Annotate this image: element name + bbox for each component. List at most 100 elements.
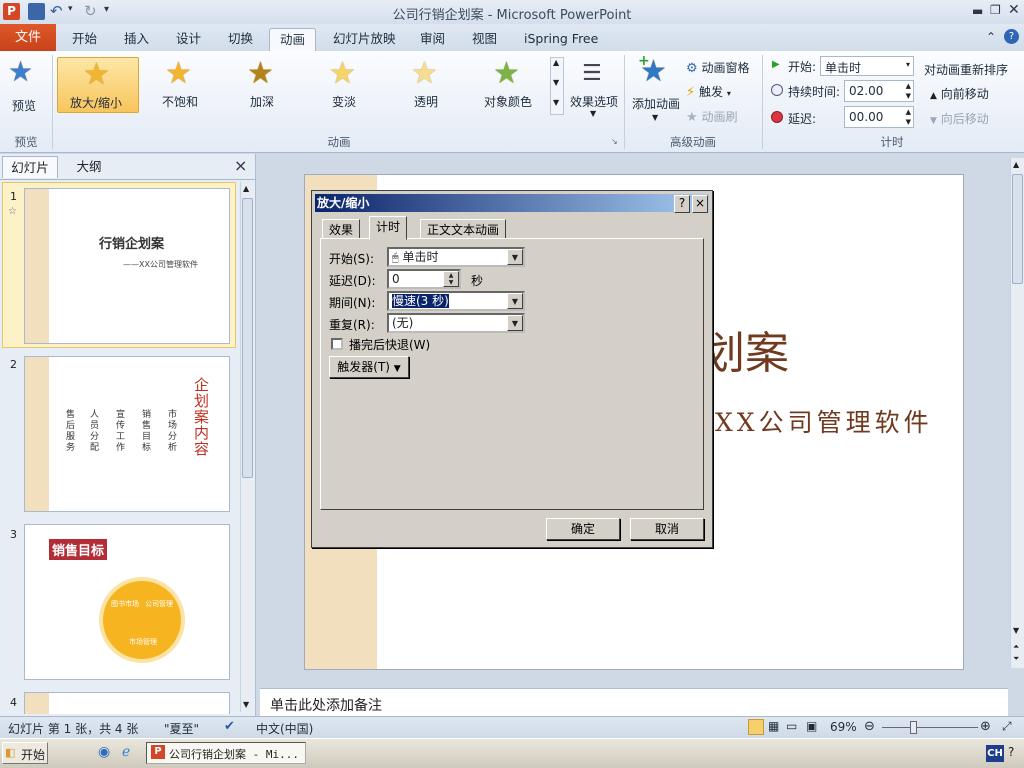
tab-slideshow[interactable]: 幻灯片放映 (323, 28, 406, 51)
fit-to-window-icon[interactable]: ⤢ (1002, 719, 1012, 734)
gallery-more-icon[interactable]: ▼ (553, 98, 559, 107)
start-button[interactable]: ◧ 开始 (2, 742, 48, 764)
zoom-in-icon[interactable]: ⊕ (980, 719, 991, 734)
minimize-icon[interactable]: ▬ (972, 4, 983, 18)
close-icon[interactable]: ✕ (1008, 2, 1020, 18)
theme-name-status[interactable]: "夏至" (164, 720, 199, 737)
tab-animations[interactable]: 动画 (269, 28, 317, 51)
editor-scroll-down-icon[interactable]: ▼ (1013, 626, 1019, 635)
editor-scrollbar[interactable]: ▲ ▼ ⏶ ⏷ (1010, 158, 1024, 668)
editor-scroll-thumb[interactable] (1012, 174, 1023, 284)
slideshow-view-icon[interactable]: ▣ (806, 719, 817, 733)
file-tab[interactable]: 文件 (0, 24, 56, 51)
panel-close-icon[interactable]: × (234, 156, 247, 175)
tab-insert[interactable]: 插入 (114, 28, 159, 51)
rewind-label[interactable]: 播完后快退(W) (349, 336, 430, 353)
notes-pane[interactable]: 单击此处添加备注 (260, 688, 1008, 716)
reading-view-icon[interactable]: ▭ (786, 719, 797, 733)
help-icon[interactable]: ? (1004, 29, 1019, 44)
show-desktop-icon[interactable]: ◉ (98, 744, 110, 760)
repeat-dropdown-icon[interactable]: ▼ (507, 315, 523, 331)
dialog-help-icon[interactable]: ? (674, 195, 690, 213)
cancel-button[interactable]: 取消 (630, 518, 704, 540)
scroll-thumb[interactable] (242, 198, 253, 478)
tab-transitions[interactable]: 切换 (218, 28, 263, 51)
scroll-down-icon[interactable]: ▼ (243, 700, 249, 709)
delay-input[interactable]: 0 ▲ ▼ (387, 269, 461, 289)
effect-options-button[interactable]: ☰ 效果选项 ▼ (568, 57, 620, 127)
slide-subtitle[interactable]: XX公司管理软件 (715, 403, 933, 439)
animation-transparency[interactable]: ★ 透明 (394, 57, 458, 113)
start-select[interactable]: 🖱 单击时 ▼ (387, 247, 525, 267)
previous-slide-icon[interactable]: ⏶ (1013, 642, 1019, 652)
animation-object-color[interactable]: ★ 对象颜色 (476, 57, 542, 113)
zoom-out-icon[interactable]: ⊖ (864, 719, 875, 734)
move-earlier-button[interactable]: ▲ 向前移动 (930, 85, 989, 102)
duration-dropdown-icon[interactable]: ▼ (507, 293, 523, 309)
ok-button[interactable]: 确定 (546, 518, 620, 540)
normal-view-icon[interactable] (748, 719, 764, 735)
trigger-button[interactable]: ⚡ 触发 ▾ (686, 83, 731, 101)
duration-spinner-icon[interactable]: ▲ ▼ (906, 81, 911, 101)
timing-delay-input[interactable]: 00.00 ▲ ▼ (844, 106, 914, 128)
gallery-up-icon[interactable]: ▲ (553, 58, 559, 67)
duration-select[interactable]: 慢速(3 秒) ▼ (387, 291, 525, 311)
restore-icon[interactable]: ❐ (990, 3, 1001, 17)
dialog-close-icon[interactable]: × (692, 195, 708, 213)
preview-button[interactable]: ★ 预览 (4, 55, 48, 119)
timing-start-dropdown-icon[interactable]: ▾ (906, 60, 910, 69)
move-later-button[interactable]: ▼ 向后移动 (930, 110, 989, 127)
triggers-button[interactable]: 触发器(T) ▼ (329, 356, 409, 378)
collapse-ribbon-icon[interactable]: ⌃ (986, 30, 996, 44)
animation-painter-button[interactable]: ★ 动画刷 (686, 108, 738, 126)
animation-pane-button[interactable]: ⚙ 动画窗格 (686, 59, 750, 77)
tab-ispring[interactable]: iSpring Free (514, 28, 608, 51)
animation-desaturate[interactable]: ★ 不饱和 (148, 57, 212, 113)
delay-spinner-icon[interactable]: ▲ ▼ (443, 271, 459, 287)
language-status[interactable]: 中文(中国) (256, 720, 313, 737)
slide-thumbnail-3[interactable]: 销售目标 图书市场 公司管理 市场管理 (24, 524, 230, 680)
ime-indicator[interactable]: CH (986, 745, 1004, 762)
animation-lighten[interactable]: ★ 变淡 (312, 57, 376, 113)
panel-scrollbar[interactable]: ▲ ▼ (240, 182, 254, 712)
delay-spinner-icon[interactable]: ▲ ▼ (906, 107, 911, 127)
dialog-tab-effect[interactable]: 效果 (322, 219, 361, 239)
zoom-slider-track[interactable] (882, 727, 978, 728)
start-dropdown-icon[interactable]: ▼ (507, 249, 523, 265)
animation-zoom-selected[interactable]: ★ 放大/缩小 (57, 57, 139, 113)
tab-outline[interactable]: 大纲 (66, 156, 112, 178)
tab-view[interactable]: 视图 (462, 28, 507, 51)
tab-slides[interactable]: 幻灯片 (2, 156, 58, 178)
slide-title[interactable]: 划案 (701, 317, 789, 381)
browser-icon[interactable]: ℯ (122, 744, 130, 760)
notes-placeholder[interactable]: 单击此处添加备注 (270, 695, 382, 715)
zoom-slider-thumb[interactable] (910, 721, 918, 734)
slide-thumbnail-2[interactable]: 企划案内容 市场分析 销售目标 宣传工作 人员分配 售后服务 (24, 356, 230, 512)
zoom-level[interactable]: 69% (830, 720, 857, 734)
group-label-preview: 预览 (14, 135, 38, 149)
spell-check-icon[interactable]: ✔ (224, 719, 235, 734)
next-slide-icon[interactable]: ⏷ (1013, 654, 1019, 664)
editor-scroll-up-icon[interactable]: ▲ (1013, 160, 1019, 169)
gallery-scroll[interactable]: ▲ ▼ ▼ (550, 57, 564, 115)
timing-duration-input[interactable]: 02.00 ▲ ▼ (844, 80, 914, 102)
taskbar-powerpoint-window[interactable]: P 公司行销企划案 - Mi... (146, 742, 306, 764)
rewind-checkbox[interactable] (331, 338, 343, 350)
dialog-tab-timing[interactable]: 计时 (369, 216, 408, 240)
gallery-down-icon[interactable]: ▼ (553, 78, 559, 87)
tab-review[interactable]: 审阅 (410, 28, 455, 51)
scroll-up-icon[interactable]: ▲ (243, 184, 249, 193)
tab-design[interactable]: 设计 (166, 28, 211, 51)
dialog-tab-text-animation[interactable]: 正文文本动画 (420, 219, 507, 239)
timing-start-select[interactable]: 单击时 ▾ (820, 56, 914, 76)
tab-home[interactable]: 开始 (62, 28, 107, 51)
animation-dialog-launcher-icon[interactable]: ↘ (611, 137, 618, 146)
slide-sorter-icon[interactable]: ▦ (768, 719, 779, 733)
slide-thumbnail-1[interactable]: 行销企划案 ——XX公司管理软件 (24, 188, 230, 344)
add-animation-button[interactable]: ★ + 添加动画 ▼ (628, 53, 684, 127)
dialog-title-bar[interactable]: 放大/缩小 (315, 194, 709, 212)
repeat-select[interactable]: (无) ▼ (387, 313, 525, 333)
animation-darken[interactable]: ★ 加深 (230, 57, 294, 113)
slide-thumbnail-4[interactable] (24, 692, 230, 714)
ime-help-icon[interactable]: ? (1008, 745, 1014, 759)
